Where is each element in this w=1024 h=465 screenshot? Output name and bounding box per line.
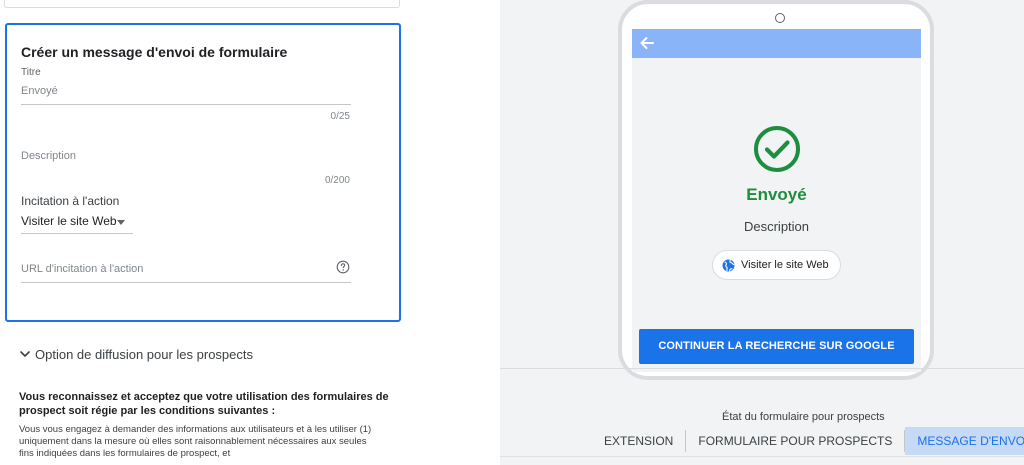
cta-dropdown[interactable]: Visiter le site Web: [21, 211, 133, 235]
terms-body: Vous vous engagez à demander des informa…: [19, 424, 372, 459]
delivery-option-toggle[interactable]: Option de diffusion pour les prospects: [18, 344, 253, 364]
globe-icon: [722, 259, 735, 272]
check-circle-icon: [754, 126, 800, 172]
cta-url-input[interactable]: URL d'incitation à l'action: [21, 255, 351, 281]
tab-extension[interactable]: EXTENSION: [592, 427, 685, 455]
visit-website-label: Visiter le site Web: [741, 259, 829, 271]
editor-pane: Créer un message d'envoi de formulaire T…: [0, 0, 500, 465]
help-circle-icon[interactable]: [336, 260, 350, 274]
terms-heading: Vous reconnaissez et acceptez que votre …: [19, 391, 389, 417]
title-char-counter: 0/25: [330, 111, 350, 122]
title-input[interactable]: Envoyé: [21, 85, 351, 103]
cta-dropdown-underline: [21, 233, 133, 234]
cta-url-underline: [21, 282, 351, 283]
submission-message-card: Créer un message d'envoi de formulaire T…: [5, 23, 401, 322]
chevron-down-icon: [20, 351, 30, 357]
title-input-underline: [21, 104, 351, 105]
description-char-counter: 0/200: [324, 175, 350, 186]
cta-url-placeholder: URL d'incitation à l'action: [21, 263, 144, 275]
app-bar: [632, 29, 921, 58]
arrow-back-icon[interactable]: [638, 34, 656, 52]
card-title: Créer un message d'envoi de formulaire: [21, 44, 288, 60]
phone-screen: Envoyé Description Visiter le site Web C…: [632, 29, 921, 372]
preview-description: Description: [743, 219, 810, 234]
tab-lead-form[interactable]: FORMULAIRE POUR PROSPECTS: [686, 427, 904, 455]
preview-tabs: EXTENSION FORMULAIRE POUR PROSPECTS MESS…: [592, 427, 1024, 455]
continue-search-label: CONTINUER LA RECHERCHE SUR GOOGLE: [658, 340, 895, 352]
dropdown-caret-icon: [117, 220, 125, 225]
preview-divider: [500, 368, 1024, 369]
delivery-option-label: Option de diffusion pour les prospects: [35, 346, 254, 362]
continue-search-button[interactable]: CONTINUER LA RECHERCHE SUR GOOGLE: [639, 329, 914, 364]
previous-card-edge: [4, 0, 400, 8]
description-input[interactable]: Description: [21, 150, 351, 168]
tab-submission-message[interactable]: MESSAGE D'ENVOI: [905, 427, 1024, 455]
pane-bottom-border: [500, 456, 1024, 457]
title-field-label: Titre: [21, 67, 41, 78]
preview-pane: Envoyé Description Visiter le site Web C…: [500, 0, 1024, 465]
preview-sent-title: Envoyé: [746, 185, 807, 204]
form-status-caption: État du formulaire pour prospects: [722, 411, 885, 423]
cta-dropdown-value: Visiter le site Web: [21, 214, 117, 228]
phone-camera: [775, 13, 785, 23]
visit-website-button[interactable]: Visiter le site Web: [712, 250, 841, 280]
phone-frame: Envoyé Description Visiter le site Web C…: [618, 0, 934, 380]
cta-field-label: Incitation à l'action: [21, 194, 120, 208]
